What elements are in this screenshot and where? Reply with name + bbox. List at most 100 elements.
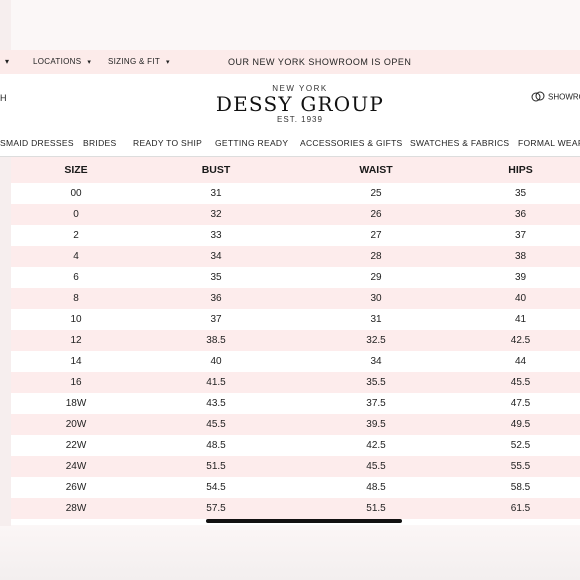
nav-ready-to-ship[interactable]: READY TO SHIP <box>133 132 202 154</box>
table-row: 4 34 28 38 <box>11 246 580 267</box>
cell-bust: 48.5 <box>141 435 291 456</box>
nav-brides[interactable]: BRIDES <box>83 132 116 154</box>
top-utility-bar: ▾ LOCATIONS ▾ SIZING & FIT ▾ OUR NEW YORK … <box>0 50 580 74</box>
cell-hips: 38 <box>461 246 580 267</box>
horizontal-scrollbar[interactable] <box>206 519 402 523</box>
cell-waist: 32.5 <box>291 330 461 351</box>
cell-size: 2 <box>11 225 141 246</box>
cell-hips: 41 <box>461 309 580 330</box>
cell-bust: 33 <box>141 225 291 246</box>
cell-bust: 51.5 <box>141 456 291 477</box>
cell-hips: 42.5 <box>461 330 580 351</box>
cell-waist: 42.5 <box>291 435 461 456</box>
cell-size: 12 <box>11 330 141 351</box>
size-chart-table: SIZE BUST WAIST HIPS 00 31 25 35 0 32 26 36 2 33 2… <box>11 157 580 519</box>
cell-bust: 45.5 <box>141 414 291 435</box>
cell-waist: 45.5 <box>291 456 461 477</box>
chevron-down-icon: ▾ <box>166 59 170 66</box>
cell-hips: 49.5 <box>461 414 580 435</box>
brand-logo[interactable]: NEW YORK DESSY GROUP EST. 1939 <box>200 74 400 124</box>
cell-waist: 35.5 <box>291 372 461 393</box>
cell-size: 0 <box>11 204 141 225</box>
cell-bust: 40 <box>141 351 291 372</box>
cell-waist: 31 <box>291 309 461 330</box>
cell-bust: 43.5 <box>141 393 291 414</box>
site-header: H NEW YORK DESSY GROUP EST. 1939 SHOWRO <box>0 74 580 132</box>
cell-bust: 57.5 <box>141 498 291 519</box>
cell-hips: 61.5 <box>461 498 580 519</box>
cell-hips: 52.5 <box>461 435 580 456</box>
cell-bust: 36 <box>141 288 291 309</box>
chevron-down-icon: ▾ <box>87 59 92 66</box>
cell-size: 22W <box>11 435 141 456</box>
cell-size: 8 <box>11 288 141 309</box>
cell-hips: 47.5 <box>461 393 580 414</box>
nav-formal-wear[interactable]: FORMAL WEAR <box>518 132 580 154</box>
locations-label: LOCATIONS <box>33 57 82 66</box>
nav-getting-ready[interactable]: GETTING READY <box>215 132 288 154</box>
table-row: 0 32 26 36 <box>11 204 580 225</box>
cell-waist: 48.5 <box>291 477 461 498</box>
cell-waist: 30 <box>291 288 461 309</box>
table-row: 00 31 25 35 <box>11 183 580 204</box>
cell-hips: 45.5 <box>461 372 580 393</box>
table-row: 22W 48.5 42.5 52.5 <box>11 435 580 456</box>
cell-waist: 27 <box>291 225 461 246</box>
main-nav: SMAID DRESSES BRIDES READY TO SHIP GETTI… <box>0 132 580 157</box>
cell-waist: 29 <box>291 267 461 288</box>
showroom-promo-link[interactable]: OUR NEW YORK SHOWROOM IS OPEN <box>228 50 411 74</box>
cell-waist: 25 <box>291 183 461 204</box>
table-header-row: SIZE BUST WAIST HIPS <box>11 157 580 183</box>
cell-hips: 40 <box>461 288 580 309</box>
cell-waist: 51.5 <box>291 498 461 519</box>
table-row: 6 35 29 39 <box>11 267 580 288</box>
column-header-bust: BUST <box>141 157 291 183</box>
cell-size: 16 <box>11 372 141 393</box>
table-row: 18W 43.5 37.5 47.5 <box>11 393 580 414</box>
cell-hips: 37 <box>461 225 580 246</box>
nav-accessories-gifts[interactable]: ACCESSORIES & GIFTS <box>300 132 403 154</box>
table-row: 14 40 34 44 <box>11 351 580 372</box>
cell-hips: 35 <box>461 183 580 204</box>
header-left-link[interactable]: H <box>0 93 7 103</box>
table-row: 12 38.5 32.5 42.5 <box>11 330 580 351</box>
showroom-link[interactable]: SHOWRO <box>531 91 580 104</box>
table-row: 16 41.5 35.5 45.5 <box>11 372 580 393</box>
column-header-size: SIZE <box>11 157 141 183</box>
cell-size: 4 <box>11 246 141 267</box>
nav-swatches-fabrics[interactable]: SWATCHES & FABRICS <box>410 132 509 154</box>
cell-waist: 34 <box>291 351 461 372</box>
cell-waist: 28 <box>291 246 461 267</box>
cell-waist: 26 <box>291 204 461 225</box>
cell-size: 10 <box>11 309 141 330</box>
screen-bottom-area <box>0 526 580 580</box>
table-row: 8 36 30 40 <box>11 288 580 309</box>
table-row: 2 33 27 37 <box>11 225 580 246</box>
cell-waist: 39.5 <box>291 414 461 435</box>
sizing-fit-label: SIZING & FIT <box>108 57 161 66</box>
nav-bridesmaid-dresses[interactable]: SMAID DRESSES <box>0 132 74 154</box>
cell-size: 14 <box>11 351 141 372</box>
cell-waist: 37.5 <box>291 393 461 414</box>
logo-wordmark: DESSY GROUP <box>215 92 385 116</box>
cell-size: 26W <box>11 477 141 498</box>
cell-hips: 55.5 <box>461 456 580 477</box>
cell-hips: 58.5 <box>461 477 580 498</box>
cell-bust: 38.5 <box>141 330 291 351</box>
column-header-hips: HIPS <box>461 157 580 183</box>
cell-size: 24W <box>11 456 141 477</box>
cell-bust: 54.5 <box>141 477 291 498</box>
sizing-fit-menu[interactable]: SIZING & FIT ▾ <box>108 50 170 74</box>
locations-menu[interactable]: LOCATIONS ▾ <box>33 50 91 74</box>
cell-hips: 44 <box>461 351 580 372</box>
cell-size: 6 <box>11 267 141 288</box>
cell-size: 20W <box>11 414 141 435</box>
table-row: 24W 51.5 45.5 55.5 <box>11 456 580 477</box>
cell-hips: 36 <box>461 204 580 225</box>
column-header-waist: WAIST <box>291 157 461 183</box>
cell-size: 28W <box>11 498 141 519</box>
cell-size: 00 <box>11 183 141 204</box>
showroom-label: SHOWRO <box>548 92 580 102</box>
chevron-down-icon[interactable]: ▾ <box>5 50 9 74</box>
cell-bust: 34 <box>141 246 291 267</box>
